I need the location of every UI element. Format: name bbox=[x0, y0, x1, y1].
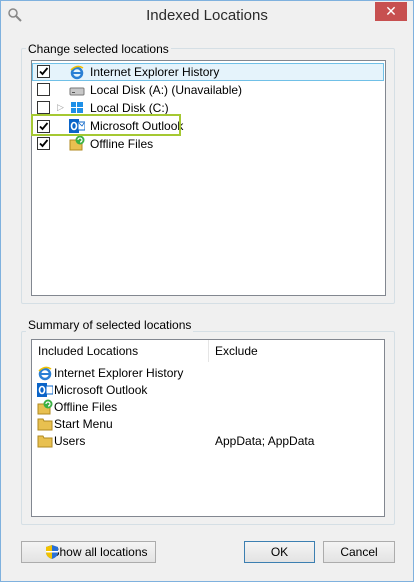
folder-icon bbox=[37, 433, 53, 449]
outlook-highlight-frame bbox=[31, 114, 181, 136]
tree-item-offline-files[interactable]: Offline Files bbox=[32, 135, 382, 153]
summary-row: Start Menu bbox=[32, 415, 372, 432]
column-header-included[interactable]: Included Locations bbox=[32, 340, 208, 362]
internet-explorer-icon bbox=[69, 64, 85, 80]
close-button[interactable]: ✕ bbox=[375, 2, 407, 21]
checkbox-internet-explorer-history[interactable] bbox=[37, 65, 50, 78]
ok-label: OK bbox=[270, 545, 289, 559]
summary-list: Included Locations Exclude Internet Expl… bbox=[31, 339, 385, 517]
summary-location: Microsoft Outlook bbox=[54, 383, 148, 397]
tree-item-label: Internet Explorer History bbox=[90, 65, 220, 79]
drive-icon bbox=[69, 83, 85, 99]
column-header-exclude[interactable]: Exclude bbox=[209, 340, 379, 362]
tree-item-label: Local Disk (A:) (Unavailable) bbox=[90, 83, 243, 97]
expand-arrow-icon[interactable]: ▷ bbox=[57, 102, 64, 113]
summary-location: Internet Explorer History bbox=[54, 366, 184, 380]
change-locations-label: Change selected locations bbox=[26, 42, 171, 56]
checkbox-local-disk-c[interactable] bbox=[37, 101, 50, 114]
summary-location: Users bbox=[54, 434, 86, 448]
summary-row: Microsoft Outlook bbox=[32, 381, 372, 398]
uac-shield-icon bbox=[44, 544, 60, 560]
indexed-locations-dialog: Indexed Locations ✕ Change selected loca… bbox=[0, 0, 414, 582]
locations-tree[interactable]: Internet Explorer History Local Disk (A:… bbox=[31, 60, 386, 296]
window-title: Indexed Locations bbox=[146, 7, 268, 24]
folder-icon bbox=[37, 416, 53, 432]
close-icon: ✕ bbox=[385, 3, 397, 19]
tree-item-label: Local Disk (C:) bbox=[90, 101, 169, 115]
summary-location: Offline Files bbox=[54, 400, 118, 414]
tree-item-internet-explorer-history[interactable]: Internet Explorer History bbox=[32, 63, 384, 81]
checkbox-offline-files[interactable] bbox=[37, 137, 50, 150]
internet-explorer-icon bbox=[37, 365, 53, 381]
cancel-label: Cancel bbox=[340, 545, 378, 559]
summary-label: Summary of selected locations bbox=[26, 318, 194, 332]
show-all-locations-button[interactable]: Show all locations bbox=[21, 541, 156, 563]
tree-item-local-disk-a[interactable]: Local Disk (A:) (Unavailable) bbox=[32, 81, 382, 99]
ok-button[interactable]: OK bbox=[244, 541, 315, 563]
summary-row: Offline Files bbox=[32, 398, 372, 415]
tree-item-label: Offline Files bbox=[90, 137, 154, 151]
outlook-icon bbox=[37, 382, 54, 398]
checkbox-local-disk-a[interactable] bbox=[37, 83, 50, 96]
title-bar: Indexed Locations ✕ bbox=[1, 1, 413, 32]
summary-row: Users AppData; AppData bbox=[32, 432, 372, 449]
offline-files-icon bbox=[37, 399, 53, 415]
summary-exclude: AppData; AppData bbox=[215, 434, 315, 448]
cancel-button[interactable]: Cancel bbox=[323, 541, 395, 563]
summary-row: Internet Explorer History bbox=[32, 364, 372, 381]
offline-files-icon bbox=[69, 135, 85, 151]
summary-location: Start Menu bbox=[54, 417, 113, 431]
